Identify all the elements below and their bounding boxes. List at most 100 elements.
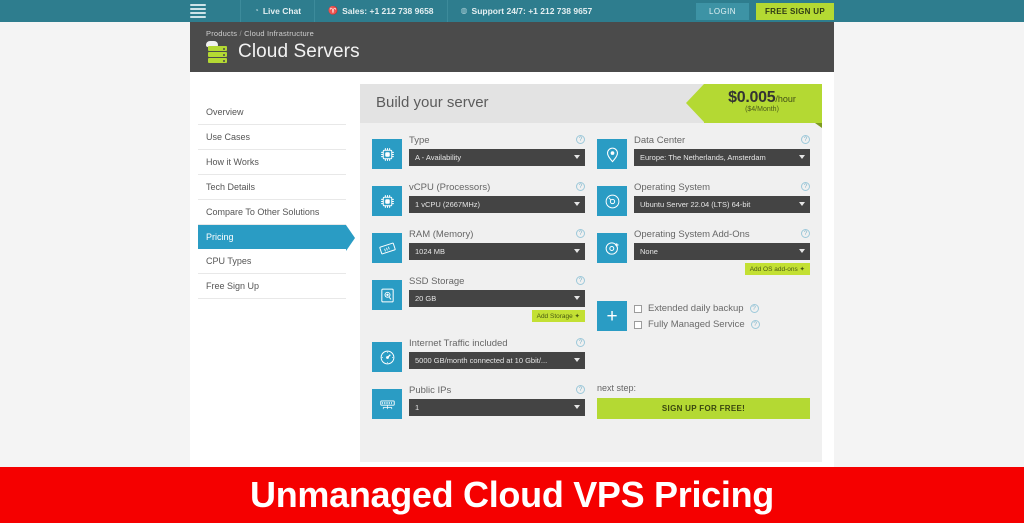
help-icon[interactable]: ? xyxy=(801,135,810,144)
field-type-body: Type ? A - Availability xyxy=(409,135,585,169)
extras-checkbox-group: Extended daily backup ? Fully Managed Se… xyxy=(634,297,810,335)
plus-glyph: + xyxy=(606,305,618,327)
sidebar-item-overview[interactable]: Overview xyxy=(198,100,346,125)
support-phone-link[interactable]: ◍ Support 24/7: +1 212 738 9657 xyxy=(446,0,606,22)
field-operating-system-body: Operating System ? Ubuntu Server 22.04 (… xyxy=(634,182,810,216)
checkbox-row-fully-managed-service[interactable]: Fully Managed Service ? xyxy=(634,319,810,330)
field-internet-traffic-label: Internet Traffic included xyxy=(409,338,508,349)
support-phone-label: Support 24/7: +1 212 738 9657 xyxy=(471,6,593,16)
field-ram-label: RAM (Memory) xyxy=(409,229,474,240)
help-icon[interactable]: ? xyxy=(801,229,810,238)
help-icon[interactable]: ? xyxy=(576,385,585,394)
chevron-down-icon xyxy=(574,202,580,206)
help-icon[interactable]: ? xyxy=(801,182,810,191)
price-tag: $0.005/hour ($4/Month) xyxy=(686,84,822,128)
network-switch-icon xyxy=(372,389,402,419)
product-header: Products / Cloud Infrastructure Cloud Se… xyxy=(190,22,834,72)
field-vcpu: vCPU (Processors) ? 1 vCPU (2667MHz) xyxy=(372,182,585,216)
live-chat-link[interactable]: ◔ Live Chat xyxy=(240,0,314,22)
breadcrumb-cloud-infrastructure[interactable]: Cloud Infrastructure xyxy=(244,29,314,38)
chat-icon: ◔ xyxy=(254,6,259,15)
fully-managed-service-checkbox[interactable] xyxy=(634,320,642,329)
field-public-ips: Public IPs ? 1 xyxy=(372,385,585,419)
field-extras: + Extended daily backup ? Fully Managed … xyxy=(597,297,810,335)
public-ips-select-value: 1 xyxy=(415,403,420,412)
cpu-chip-icon xyxy=(372,139,402,169)
sidebar-item-free-sign-up[interactable]: Free Sign Up xyxy=(198,274,346,299)
vcpu-select-value: 1 vCPU (2667MHz) xyxy=(415,200,481,209)
sidebar-item-pricing[interactable]: Pricing xyxy=(198,225,355,251)
chevron-down-icon xyxy=(574,296,580,300)
field-ssd-storage: SSD Storage ? 20 GB Add Storage ✦ xyxy=(372,276,585,322)
chevron-down-icon xyxy=(799,249,805,253)
sidebar-item-tech-details[interactable]: Tech Details xyxy=(198,175,346,200)
help-icon[interactable]: ? xyxy=(576,276,585,285)
field-ram: RAM (Memory) ? 1024 MB xyxy=(372,229,585,263)
chevron-down-icon xyxy=(574,405,580,409)
login-button[interactable]: LOGIN xyxy=(696,2,749,20)
checkbox-row-extended-daily-backup[interactable]: Extended daily backup ? xyxy=(634,303,810,314)
sign-up-for-free-button[interactable]: SIGN UP FOR FREE! xyxy=(597,398,810,419)
data-center-select[interactable]: Europe: The Netherlands, Amsterdam xyxy=(634,149,810,166)
field-data-center-body: Data Center ? Europe: The Netherlands, A… xyxy=(634,135,810,169)
sidebar-item-use-cases[interactable]: Use Cases xyxy=(198,125,346,150)
help-icon[interactable]: ? xyxy=(576,135,585,144)
free-signup-button[interactable]: FREE SIGN UP xyxy=(755,2,834,20)
type-select-value: A - Availability xyxy=(415,153,462,162)
chevron-down-icon xyxy=(799,202,805,206)
sales-phone-link[interactable]: ♈ Sales: +1 212 738 9658 xyxy=(314,0,446,22)
help-icon[interactable]: ? xyxy=(750,320,760,329)
extended-daily-backup-label: Extended daily backup xyxy=(648,303,744,314)
help-icon[interactable]: ? xyxy=(749,304,759,313)
public-ips-select[interactable]: 1 xyxy=(409,399,585,416)
internet-traffic-select-value: 5000 GB/month connected at 10 Gbit/... xyxy=(415,356,548,365)
price-line: $0.005/hour xyxy=(714,89,810,107)
help-icon[interactable]: ? xyxy=(576,229,585,238)
field-os-addons-label: Operating System Add-Ons xyxy=(634,229,750,240)
add-os-addons-button[interactable]: Add OS add-ons ✦ xyxy=(744,263,810,275)
chevron-down-icon xyxy=(574,155,580,159)
disc-icon xyxy=(597,186,627,216)
chevron-down-icon xyxy=(799,155,805,159)
sidebar-item-compare[interactable]: Compare To Other Solutions xyxy=(198,200,346,225)
hard-disk-icon xyxy=(372,280,402,310)
operating-system-select-value: Ubuntu Server 22.04 (LTS) 64-bit xyxy=(640,200,751,209)
top-utility-bar: ◔ Live Chat ♈ Sales: +1 212 738 9658 ◍ S… xyxy=(0,0,1024,22)
ram-stick-icon xyxy=(372,233,402,263)
ssd-storage-select[interactable]: 20 GB xyxy=(409,290,585,307)
help-icon[interactable]: ? xyxy=(576,182,585,191)
cart-icon: ♈ xyxy=(328,6,339,15)
vcpu-select[interactable]: 1 vCPU (2667MHz) xyxy=(409,196,585,213)
cpu-chip-icon xyxy=(372,186,402,216)
breadcrumb-products[interactable]: Products xyxy=(206,29,237,38)
builder-left-column: Type ? A - Availability vCPU (Processors… xyxy=(372,135,585,432)
operating-system-select[interactable]: Ubuntu Server 22.04 (LTS) 64-bit xyxy=(634,196,810,213)
sidebar-item-cpu-types[interactable]: CPU Types xyxy=(198,249,346,274)
type-select[interactable]: A - Availability xyxy=(409,149,585,166)
disc-plus-icon xyxy=(597,233,627,263)
ram-select[interactable]: 1024 MB xyxy=(409,243,585,260)
speedometer-icon xyxy=(372,342,402,372)
sidebar-item-how-it-works[interactable]: How it Works xyxy=(198,150,346,175)
headset-icon: ◍ xyxy=(460,6,468,15)
field-vcpu-body: vCPU (Processors) ? 1 vCPU (2667MHz) xyxy=(409,182,585,216)
chevron-down-icon xyxy=(574,358,580,362)
field-data-center-label: Data Center xyxy=(634,135,686,146)
field-ssd-storage-body: SSD Storage ? 20 GB Add Storage ✦ xyxy=(409,276,585,322)
chevron-down-icon xyxy=(574,249,580,253)
field-internet-traffic-body: Internet Traffic included ? 5000 GB/mont… xyxy=(409,338,585,372)
map-pin-icon xyxy=(597,139,627,169)
internet-traffic-select[interactable]: 5000 GB/month connected at 10 Gbit/... xyxy=(409,352,585,369)
cloud-server-icon xyxy=(206,41,230,63)
hamburger-icon[interactable] xyxy=(190,4,206,18)
page-title: Cloud Servers xyxy=(238,41,360,62)
builder-header: Build your server $0.005/hour ($4/Month) xyxy=(360,84,822,128)
add-storage-button[interactable]: Add Storage ✦ xyxy=(531,310,585,322)
banner-text: Unmanaged Cloud VPS Pricing xyxy=(250,474,774,515)
price-per: /hour xyxy=(775,94,796,104)
extended-daily-backup-checkbox[interactable] xyxy=(634,304,642,313)
os-addons-select[interactable]: None xyxy=(634,243,810,260)
field-data-center: Data Center ? Europe: The Netherlands, A… xyxy=(597,135,810,169)
sidebar-nav: Overview Use Cases How it Works Tech Det… xyxy=(198,100,355,299)
help-icon[interactable]: ? xyxy=(576,338,585,347)
